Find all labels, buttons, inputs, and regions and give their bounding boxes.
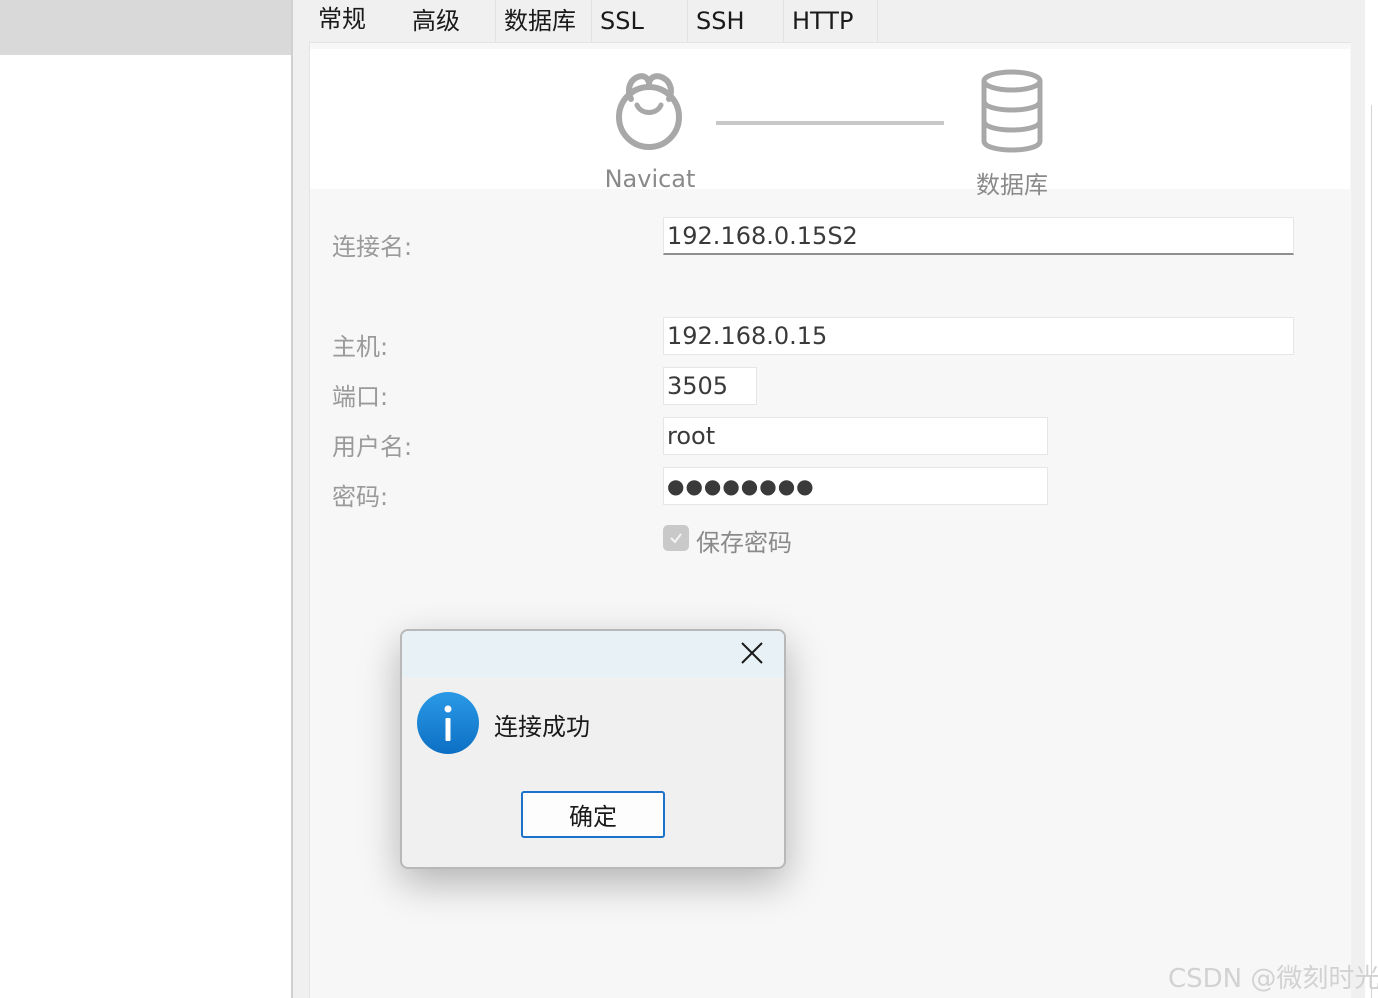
save-password-checkbox[interactable] — [663, 525, 689, 551]
close-icon[interactable] — [740, 641, 764, 665]
left-pane-header — [0, 0, 291, 55]
password-label: 密码: — [332, 483, 389, 511]
dialog-message: 连接成功 — [494, 713, 590, 741]
connection-name-input[interactable]: 192.168.0.15S2 — [663, 217, 1294, 255]
tab-ssh[interactable]: SSH — [688, 0, 784, 42]
dialog-titlebar — [402, 631, 784, 677]
ok-button[interactable]: 确定 — [521, 791, 665, 838]
port-label: 端口: — [332, 383, 389, 411]
save-password-label[interactable]: 保存密码 — [696, 523, 792, 558]
connection-diagram: Navicat 数据库 — [310, 49, 1350, 199]
tab-database[interactable]: 数据库 — [496, 0, 592, 42]
tab-bar: 常规 高级 数据库 SSL SSH HTTP — [310, 0, 878, 42]
password-input[interactable]: ●●●●●●●● — [663, 467, 1048, 505]
username-input[interactable]: root — [663, 417, 1048, 455]
right-edge — [1365, 0, 1378, 998]
info-icon — [417, 692, 479, 754]
left-pane — [0, 0, 291, 998]
connection-line — [716, 121, 944, 125]
connection-name-label: 连接名: — [332, 233, 413, 261]
tab-advanced[interactable]: 高级 — [404, 0, 496, 42]
checkmark-icon — [670, 533, 682, 544]
username-label: 用户名: — [332, 433, 413, 461]
navicat-logo-icon — [616, 73, 682, 150]
tab-general[interactable]: 常规 — [310, 0, 404, 42]
connection-success-dialog: 连接成功 确定 — [400, 629, 786, 869]
host-input[interactable]: 192.168.0.15 — [663, 317, 1294, 355]
tab-http[interactable]: HTTP — [784, 0, 878, 42]
port-input[interactable]: 3505 — [663, 367, 757, 405]
tab-ssl[interactable]: SSL — [592, 0, 688, 42]
navicat-label: Navicat — [604, 165, 696, 193]
host-label: 主机: — [332, 333, 389, 361]
database-icon — [981, 69, 1043, 153]
database-label: 数据库 — [976, 171, 1048, 199]
watermark: CSDN @微刻时光 — [1168, 964, 1378, 994]
